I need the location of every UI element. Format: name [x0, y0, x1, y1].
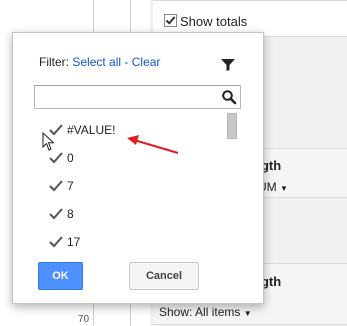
mouse-pointer-icon: [42, 132, 55, 151]
filter-value-label: 0: [67, 151, 74, 165]
filter-header: Filter: Select all - Clear: [39, 55, 160, 69]
clear-link[interactable]: Clear: [132, 55, 161, 69]
filter-value-label: 8: [67, 207, 74, 221]
filter-label: Filter:: [39, 55, 69, 69]
checkmark-icon: [49, 236, 63, 248]
filter-value-label: 7: [67, 179, 74, 193]
show-items-dropdown[interactable]: Show: All items ▼: [159, 305, 252, 319]
list-scrollbar[interactable]: [227, 113, 237, 139]
link-separator: -: [124, 55, 129, 69]
show-totals-checkbox[interactable]: [164, 14, 177, 27]
checkmark-icon: [49, 180, 63, 192]
checkmark-icon: [49, 208, 63, 220]
checkmark-icon: [49, 152, 63, 164]
filter-funnel-icon[interactable]: [221, 59, 235, 71]
row-number: 70: [78, 314, 90, 325]
filter-value-label: 17: [67, 235, 81, 249]
show-totals-label: Show totals: [180, 14, 248, 29]
filter-value-label: #VALUE!: [67, 123, 116, 137]
select-all-link[interactable]: Select all: [72, 55, 121, 69]
search-icon: [222, 90, 237, 105]
filter-search-input[interactable]: [34, 85, 241, 109]
filter-popup: Filter: Select all - Clear #VALUE! 0 7 8: [12, 32, 264, 304]
cancel-button[interactable]: Cancel: [129, 262, 199, 290]
ok-button[interactable]: OK: [38, 262, 83, 290]
